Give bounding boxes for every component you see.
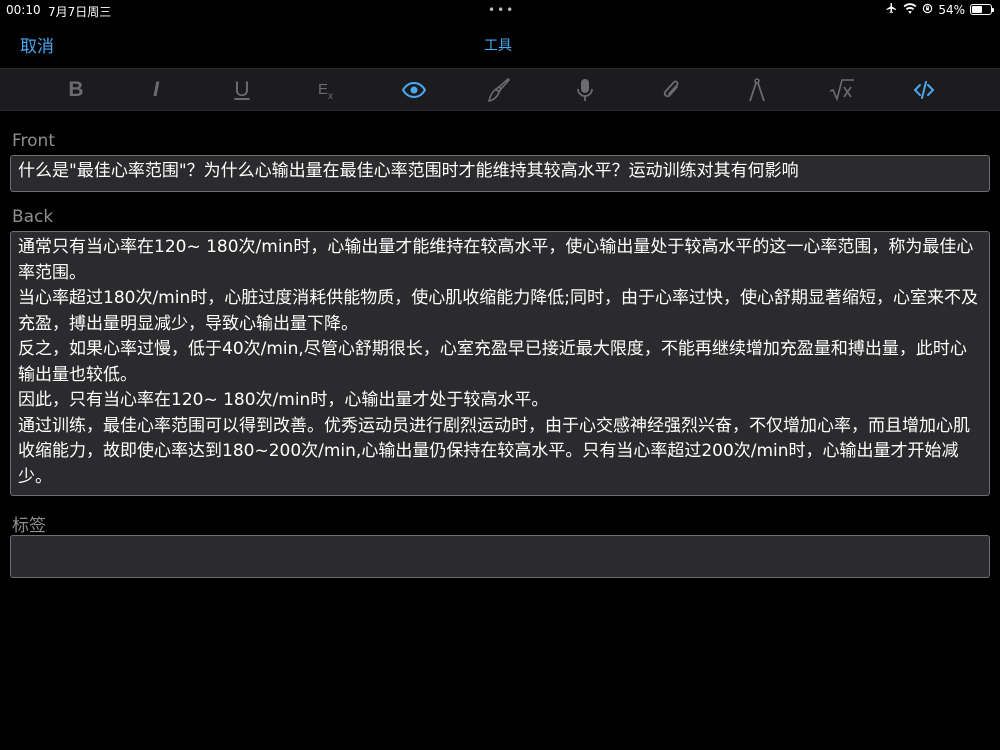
back-paragraph: 因此，只有当心率在120~ 180次/min时，心输出量才处于较高水平。: [18, 390, 549, 410]
back-field-label: Back: [12, 207, 54, 227]
clear-format-icon[interactable]: Ex: [313, 77, 343, 103]
status-bar: 00:10 7月7日周三 ••• 54%: [0, 0, 1000, 22]
multitasking-dots[interactable]: •••: [488, 3, 515, 17]
tags-field-label: 标签: [12, 516, 46, 536]
airplane-mode-icon: [885, 2, 898, 17]
orientation-lock-icon: [922, 3, 933, 17]
italic-icon[interactable]: I: [141, 77, 171, 103]
back-paragraph: 反之，如果心率过慢，低于40次/min,尽管心舒期很长，心室充盈早已接近最大限度…: [18, 339, 967, 385]
navigation-bar: 取消 工具: [0, 22, 1000, 68]
math-sqrt-icon[interactable]: [827, 77, 857, 103]
paintbrush-icon[interactable]: [484, 77, 514, 103]
tools-button[interactable]: 工具: [484, 35, 512, 55]
back-field[interactable]: 通常只有当心率在120~ 180次/min时，心输出量才能维持在较高水平，使心输…: [10, 231, 990, 496]
back-paragraph: 通常只有当心率在120~ 180次/min时，心输出量才能维持在较高水平，使心输…: [18, 237, 974, 283]
underline-icon[interactable]: U: [227, 77, 257, 103]
battery-icon: [970, 4, 994, 15]
bold-icon[interactable]: B: [61, 77, 91, 103]
status-indicators: 54%: [885, 2, 994, 17]
eye-icon[interactable]: [399, 77, 429, 103]
battery-percent: 54%: [938, 2, 965, 17]
code-icon[interactable]: [909, 77, 939, 103]
wifi-icon: [903, 2, 917, 17]
paperclip-icon[interactable]: [656, 77, 686, 103]
tags-field[interactable]: [10, 535, 990, 578]
compass-icon[interactable]: [742, 77, 772, 103]
svg-text:E: E: [318, 81, 328, 98]
cancel-button[interactable]: 取消: [20, 32, 54, 57]
status-time: 00:10: [6, 3, 41, 17]
formatting-toolbar: B I U Ex: [0, 68, 1000, 111]
status-date: 7月7日周三: [48, 5, 112, 19]
back-paragraph: 当心率超过180次/min时，心脏过度消耗供能物质，使心肌收缩能力降低;同时，由…: [18, 288, 978, 334]
back-paragraph: 通过训练，最佳心率范围可以得到改善。优秀运动员进行剧烈运动时，由于心交感神经强烈…: [18, 415, 970, 487]
front-field[interactable]: 什么是"最佳心率范围"？为什么心输出量在最佳心率范围时才能维持其较高水平？运动训…: [10, 155, 990, 192]
front-field-label: Front: [12, 131, 55, 151]
svg-text:x: x: [328, 91, 333, 101]
microphone-icon[interactable]: [570, 77, 600, 103]
